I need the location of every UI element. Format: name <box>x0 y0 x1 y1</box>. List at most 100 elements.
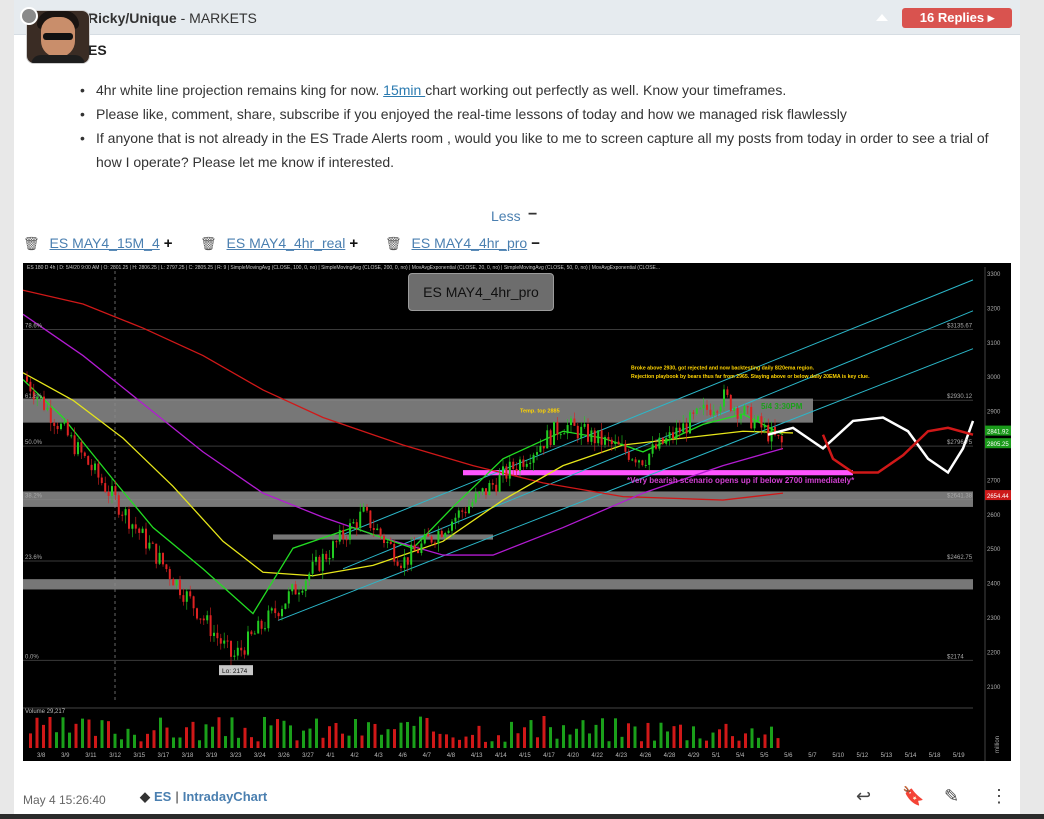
candle-body <box>196 608 198 619</box>
minus-icon[interactable]: − <box>531 235 540 252</box>
candle-body <box>80 442 83 453</box>
candle-body <box>723 389 725 407</box>
volume-bar <box>620 736 624 748</box>
attachment-4hr-real[interactable]: 🗑 ES MAY4_4hr_real + <box>200 235 358 252</box>
x-axis-label: 4/7 <box>423 753 432 759</box>
attachment-4hr-pro[interactable]: 🗑 ES MAY4_4hr_pro − <box>385 235 540 252</box>
price-tick-label: 3200 <box>987 306 1001 312</box>
volume-bar <box>321 737 325 748</box>
candle-body <box>213 632 215 637</box>
candle-body <box>474 493 477 503</box>
candle-body <box>743 406 746 415</box>
red-projection-line <box>821 426 974 474</box>
edit-icon[interactable]: ✎ <box>944 786 959 807</box>
volume-bar <box>542 716 546 748</box>
candle-body <box>675 427 678 439</box>
candle-body <box>740 414 742 419</box>
reply-icon[interactable]: ↩ <box>856 786 871 807</box>
candle-body <box>532 454 535 463</box>
candle-body <box>678 427 681 433</box>
collapse-caret-icon[interactable] <box>876 14 888 21</box>
candle-body <box>607 437 610 440</box>
volume-bar <box>770 726 773 748</box>
tag-intraday[interactable]: IntradayChart <box>183 789 268 804</box>
user-status-icon <box>20 7 38 25</box>
volume-bar <box>659 722 663 748</box>
15min-link[interactable]: 15min <box>383 82 425 98</box>
candle-body <box>780 436 783 443</box>
candle-body <box>226 640 229 642</box>
less-toggle[interactable]: Less <box>491 208 521 224</box>
trash-icon[interactable]: 🗑 <box>385 236 402 251</box>
trash-icon[interactable]: 🗑 <box>200 236 217 251</box>
post-author-title[interactable]: Ricky/Unique - MARKETS <box>88 10 257 26</box>
tag-separator: | <box>175 789 179 804</box>
ma-red-line <box>23 289 784 501</box>
candle-body <box>695 408 698 414</box>
post-tags[interactable]: ◆ ES | IntradayChart <box>140 789 267 805</box>
candle-body <box>468 506 470 514</box>
candle-body <box>29 381 32 392</box>
plus-icon[interactable]: + <box>349 235 358 252</box>
volume-bar <box>737 740 741 748</box>
candle-body <box>417 550 419 553</box>
minus-icon[interactable]: − <box>528 206 537 224</box>
low-label: Lo: 2174 <box>222 668 248 675</box>
bottom-strip <box>0 814 1044 819</box>
room-name[interactable]: MARKETS <box>189 10 257 26</box>
chart-image[interactable]: ES 180 D 4h | D: 5/4/20 9:00 AM | O: 280… <box>23 263 1011 761</box>
volume-bar <box>42 724 45 748</box>
author-name[interactable]: Ricky/Unique <box>88 10 177 26</box>
candle-body <box>546 430 549 449</box>
chart-tooltip: ES MAY4_4hr_pro <box>408 273 554 311</box>
plus-icon[interactable]: + <box>164 235 173 252</box>
volume-bar <box>516 733 520 748</box>
volume-bar <box>399 722 403 748</box>
chevron-right-icon: ▸ <box>987 10 995 25</box>
candle-body <box>729 394 732 411</box>
price-box-label: 2654.44 <box>987 494 1009 500</box>
candle-body <box>573 418 576 426</box>
candle-body <box>219 638 222 644</box>
attachment-label[interactable]: ES MAY4_15M_4 <box>50 235 160 251</box>
candle-body <box>624 443 627 452</box>
candle-body <box>250 631 253 635</box>
candle-body <box>549 430 552 445</box>
candle-body <box>699 408 702 410</box>
attachment-15m[interactable]: 🗑 ES MAY4_15M_4 + <box>23 235 173 252</box>
volume-bar <box>35 717 39 748</box>
volume-bar <box>126 728 130 748</box>
volume-bar <box>763 734 767 748</box>
bearish-annotation: *Very bearish scenario opens up if below… <box>627 476 855 485</box>
volume-bar <box>594 724 598 748</box>
candle-body <box>536 452 538 455</box>
candle-body <box>716 411 719 413</box>
tag-es[interactable]: ES <box>154 789 171 804</box>
trash-icon[interactable]: 🗑 <box>23 236 40 251</box>
candle-body <box>366 507 368 511</box>
candle-body <box>60 423 62 430</box>
volume-bar <box>146 733 149 748</box>
candle-body <box>26 376 28 382</box>
volume-bar <box>724 723 728 748</box>
candle-body <box>386 541 389 544</box>
candle-body <box>420 543 423 553</box>
candle-body <box>247 631 249 655</box>
volume-bar <box>81 718 84 748</box>
volume-bar <box>646 722 650 748</box>
volume-bar <box>224 736 227 748</box>
volume-bar <box>107 721 110 748</box>
candle-body <box>111 486 113 496</box>
volume-bar <box>425 717 429 748</box>
candle-body <box>440 530 443 538</box>
bookmark-icon[interactable]: 🔖 <box>902 786 924 807</box>
more-icon[interactable]: ⋮ <box>990 786 1008 807</box>
candle-body <box>369 510 372 528</box>
volume-bar <box>289 725 292 748</box>
x-axis-label: 4/8 <box>447 753 456 759</box>
attachment-label[interactable]: ES MAY4_4hr_pro <box>412 235 528 251</box>
candle-body <box>491 483 494 485</box>
volume-bar <box>48 716 52 748</box>
replies-button[interactable]: 16 Replies ▸ <box>902 8 1012 28</box>
attachment-label[interactable]: ES MAY4_4hr_real <box>227 235 346 251</box>
